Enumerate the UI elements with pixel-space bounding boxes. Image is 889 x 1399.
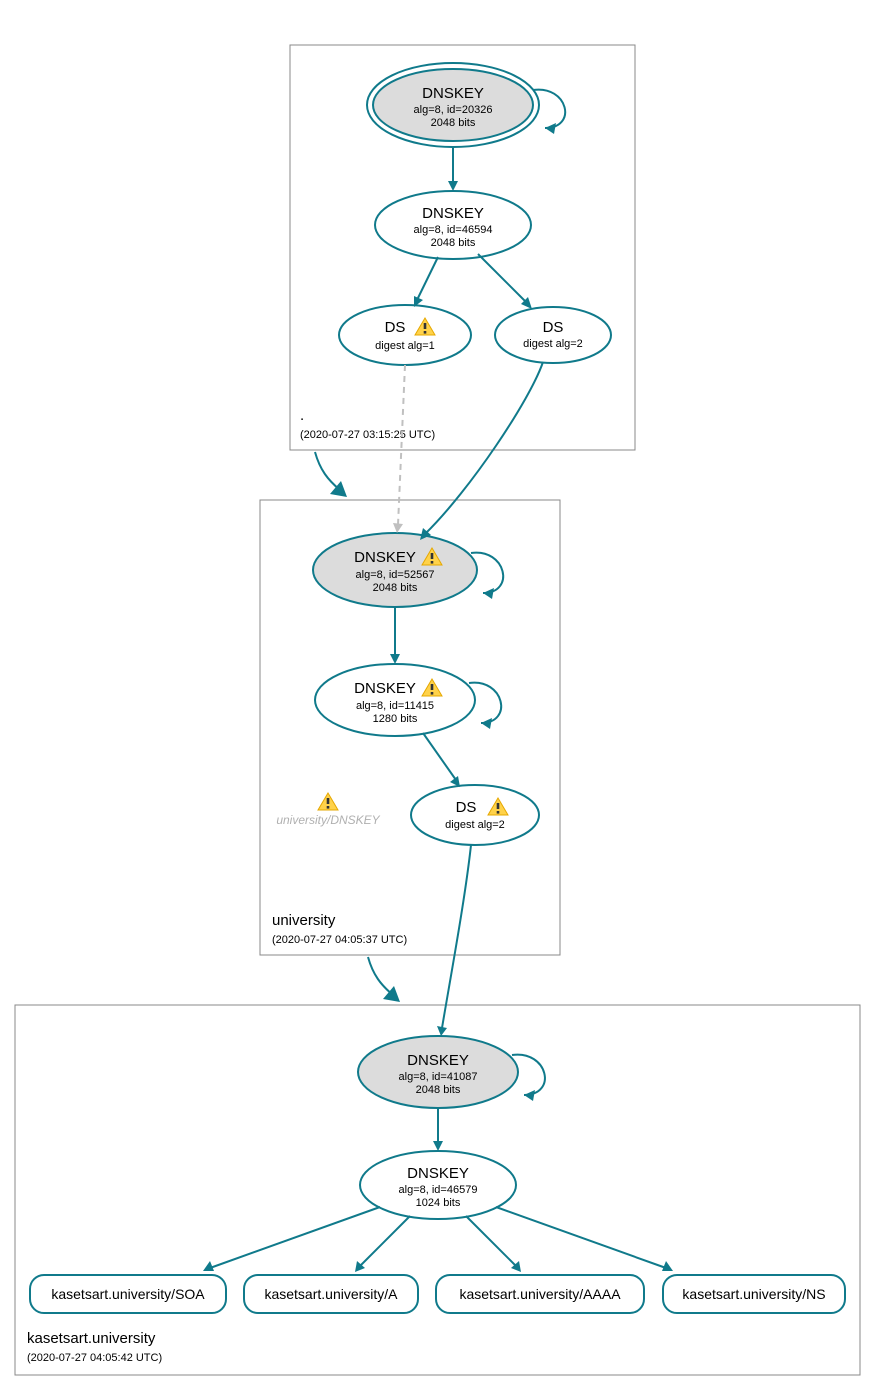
svg-text:alg=8, id=46579: alg=8, id=46579 bbox=[399, 1184, 478, 1196]
svg-text:digest alg=2: digest alg=2 bbox=[523, 338, 583, 350]
node-kas-ksk: DNSKEY alg=8, id=41087 2048 bits bbox=[358, 1036, 518, 1108]
svg-text:alg=8, id=41087: alg=8, id=41087 bbox=[399, 1071, 478, 1083]
node-uni-ds: DS digest alg=2 bbox=[411, 785, 539, 845]
zone-root: . (2020-07-27 03:15:25 UTC) DNSKEY alg=8… bbox=[290, 45, 635, 450]
node-root-ksk: DNSKEY alg=8, id=20326 2048 bits bbox=[367, 63, 539, 147]
svg-text:DS: DS bbox=[543, 319, 564, 336]
svg-text:2048 bits: 2048 bits bbox=[431, 237, 476, 249]
svg-text:1280 bits: 1280 bits bbox=[373, 713, 418, 725]
svg-text:DNSKEY: DNSKEY bbox=[422, 205, 484, 222]
node-uni-zsk: DNSKEY alg=8, id=11415 1280 bits bbox=[315, 664, 475, 736]
svg-text:university/DNSKEY: university/DNSKEY bbox=[276, 813, 380, 827]
dnssec-diagram: . (2020-07-27 03:15:25 UTC) DNSKEY alg=8… bbox=[0, 0, 889, 1399]
node-kas-a: kasetsart.university/A bbox=[244, 1275, 418, 1313]
svg-text:digest alg=1: digest alg=1 bbox=[375, 340, 435, 352]
node-uni-ksk: DNSKEY alg=8, id=52567 2048 bits bbox=[313, 533, 477, 607]
svg-text:DNSKEY: DNSKEY bbox=[407, 1165, 469, 1182]
svg-text:2048 bits: 2048 bits bbox=[373, 582, 418, 594]
svg-text:DNSKEY: DNSKEY bbox=[354, 549, 416, 566]
svg-text:2048 bits: 2048 bits bbox=[431, 117, 476, 129]
svg-text:alg=8, id=46594: alg=8, id=46594 bbox=[414, 224, 493, 236]
svg-text:alg=8, id=20326: alg=8, id=20326 bbox=[414, 104, 493, 116]
warning-icon bbox=[318, 793, 338, 810]
svg-text:DNSKEY: DNSKEY bbox=[407, 1052, 469, 1069]
svg-text:DS: DS bbox=[456, 799, 477, 816]
zone-university: university (2020-07-27 04:05:37 UTC) DNS… bbox=[260, 362, 560, 955]
node-kas-aaaa: kasetsart.university/AAAA bbox=[436, 1275, 644, 1313]
node-root-ds2: DS digest alg=2 bbox=[495, 307, 611, 363]
node-kas-soa: kasetsart.university/SOA bbox=[30, 1275, 226, 1313]
zone-root-title: . bbox=[300, 407, 304, 424]
node-uni-ghost: university/DNSKEY bbox=[276, 793, 380, 827]
zone-kasetsart: kasetsart.university (2020-07-27 04:05:4… bbox=[15, 845, 860, 1375]
node-root-zsk: DNSKEY alg=8, id=46594 2048 bits bbox=[375, 191, 531, 259]
node-kas-ns: kasetsart.university/NS bbox=[663, 1275, 845, 1313]
svg-text:kasetsart.university/A: kasetsart.university/A bbox=[264, 1286, 398, 1302]
svg-text:kasetsart.university/NS: kasetsart.university/NS bbox=[682, 1286, 825, 1302]
zone-root-timestamp: (2020-07-27 03:15:25 UTC) bbox=[300, 429, 435, 441]
svg-text:kasetsart.university/AAAA: kasetsart.university/AAAA bbox=[459, 1286, 621, 1302]
node-root-ds1: DS digest alg=1 bbox=[339, 305, 471, 365]
svg-text:alg=8, id=52567: alg=8, id=52567 bbox=[356, 569, 435, 581]
zone-kasetsart-timestamp: (2020-07-27 04:05:42 UTC) bbox=[27, 1352, 162, 1364]
svg-text:DNSKEY: DNSKEY bbox=[422, 85, 484, 102]
node-kas-zsk: DNSKEY alg=8, id=46579 1024 bits bbox=[360, 1151, 516, 1219]
zone-university-timestamp: (2020-07-27 04:05:37 UTC) bbox=[272, 934, 407, 946]
svg-text:alg=8, id=11415: alg=8, id=11415 bbox=[356, 700, 434, 712]
edge-university-to-kasetsart bbox=[368, 957, 400, 1002]
zone-university-title: university bbox=[272, 912, 336, 929]
svg-text:kasetsart.university/SOA: kasetsart.university/SOA bbox=[51, 1286, 205, 1302]
svg-text:digest alg=2: digest alg=2 bbox=[445, 819, 505, 831]
zone-kasetsart-title: kasetsart.university bbox=[27, 1330, 156, 1347]
edge-root-to-university bbox=[315, 452, 347, 497]
svg-text:DNSKEY: DNSKEY bbox=[354, 680, 416, 697]
svg-text:2048 bits: 2048 bits bbox=[416, 1084, 461, 1096]
svg-text:DS: DS bbox=[385, 319, 406, 336]
svg-text:1024 bits: 1024 bits bbox=[416, 1197, 461, 1209]
